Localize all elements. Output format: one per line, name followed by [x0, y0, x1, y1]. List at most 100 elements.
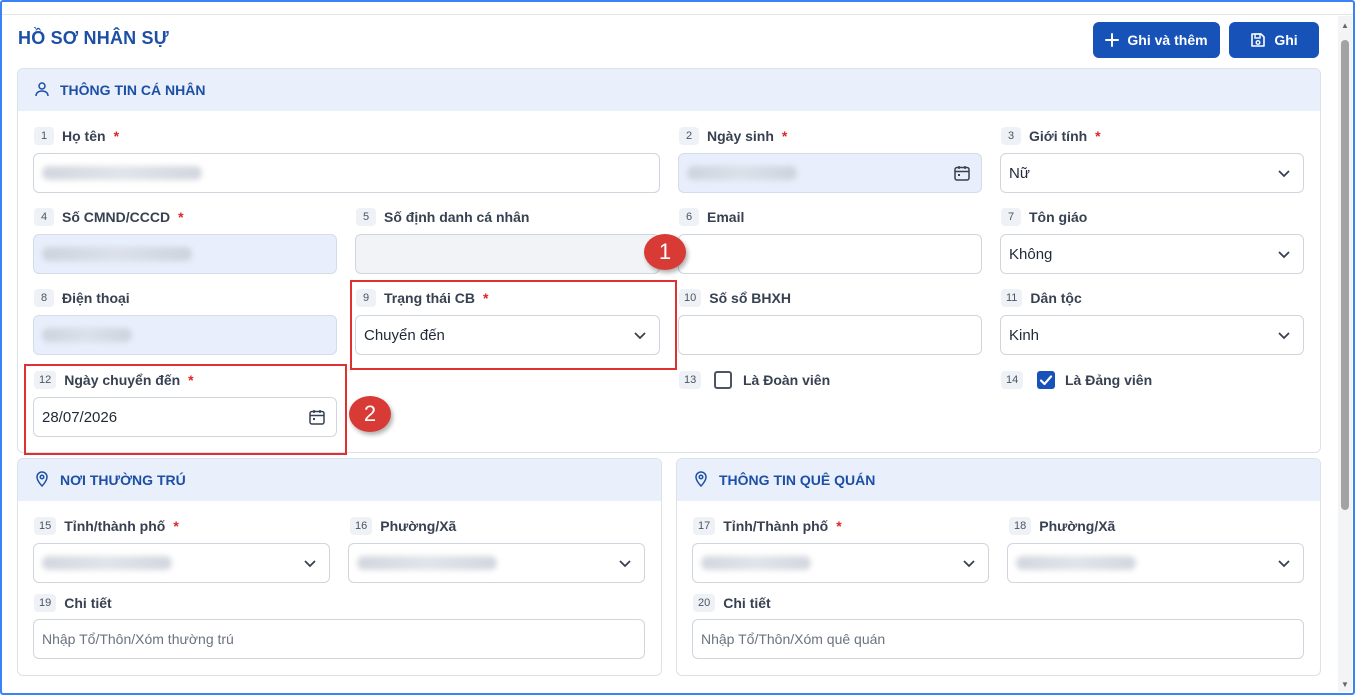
required-marker: * — [1095, 128, 1101, 144]
field-number: 2 — [679, 127, 699, 145]
highlight-box-staff-status — [350, 280, 677, 370]
location-pin-icon — [34, 470, 50, 490]
religion-label: 7 Tôn giáo — [1001, 208, 1087, 226]
field-number: 13 — [679, 371, 702, 389]
field-label-text: Số định danh cá nhân — [384, 209, 530, 225]
field-label-text: Tỉnh/thành phố — [64, 518, 166, 534]
field-label-text: Ngày sinh — [707, 128, 774, 144]
field-number: 11 — [1001, 289, 1023, 307]
scrollbar-thumb[interactable] — [1341, 40, 1349, 510]
page-title: HỒ SƠ NHÂN SỰ — [18, 28, 169, 48]
redacted-value — [42, 556, 172, 570]
top-divider — [2, 14, 1353, 15]
redacted-value — [42, 328, 132, 342]
gender-value: Nữ — [1009, 164, 1030, 182]
gender-label: 3 Giới tính * — [1001, 127, 1101, 145]
gender-select[interactable]: Nữ — [1000, 153, 1304, 193]
field-label-text: Chi tiết — [64, 595, 112, 611]
floppy-disk-icon — [1250, 32, 1266, 48]
email-label: 6 Email — [679, 208, 744, 226]
step-marker-2: 2 — [349, 396, 391, 432]
youth-union-label: Là Đoàn viên — [743, 372, 831, 388]
permanent-ward-select[interactable] — [348, 543, 645, 583]
redacted-value — [42, 166, 202, 180]
field-number: 16 — [350, 517, 373, 535]
field-number: 8 — [34, 289, 54, 307]
field-label-text: Dân tộc — [1030, 290, 1082, 306]
field-label-text: Giới tính — [1029, 128, 1088, 144]
save-label: Ghi — [1274, 32, 1298, 48]
hometown-province-label: 17 Tỉnh/Thành phố * — [693, 517, 842, 535]
required-marker: * — [178, 209, 184, 225]
save-and-add-label: Ghi và thêm — [1127, 32, 1208, 48]
birth-date-label: 2 Ngày sinh * — [679, 127, 787, 145]
calendar-icon[interactable] — [953, 164, 971, 182]
field-label-text: Số sổ BHXH — [709, 290, 791, 306]
required-marker: * — [173, 518, 179, 534]
personal-id-label: 5 Số định danh cá nhân — [356, 208, 529, 226]
chevron-down-icon — [1278, 251, 1290, 259]
permanent-ward-label: 16 Phường/Xã — [350, 517, 456, 535]
field-number: 15 — [34, 517, 57, 535]
redacted-value — [687, 166, 797, 180]
scroll-up-arrow-icon[interactable]: ▲ — [1341, 22, 1349, 30]
birth-date-input[interactable] — [678, 153, 982, 193]
hometown-province-select[interactable] — [692, 543, 989, 583]
ethnicity-value: Kinh — [1009, 326, 1040, 344]
personal-id-input[interactable] — [355, 234, 660, 274]
chevron-down-icon — [1278, 332, 1290, 340]
hometown-ward-label: 18 Phường/Xã — [1009, 517, 1115, 535]
field-number: 10 — [679, 289, 702, 307]
full-name-label: 1 Họ tên * — [34, 127, 119, 145]
chevron-down-icon — [1278, 170, 1290, 178]
field-label-text: Tỉnh/Thành phố — [723, 518, 829, 534]
youth-union-checkbox[interactable] — [714, 371, 732, 389]
ethnicity-select[interactable]: Kinh — [1000, 315, 1304, 355]
hometown-header: THÔNG TIN QUÊ QUÁN — [677, 459, 1320, 501]
permanent-residence-header: NƠI THƯỜNG TRÚ — [18, 459, 661, 501]
field-number: 7 — [1001, 208, 1021, 226]
id-number-label: 4 Số CMND/CCCD * — [34, 208, 184, 226]
field-number: 1 — [34, 127, 54, 145]
field-label-text: Số CMND/CCCD — [62, 209, 171, 225]
hometown-detail-input[interactable]: Nhập Tổ/Thôn/Xóm quê quán — [692, 619, 1304, 659]
field-number: 18 — [1009, 517, 1032, 535]
field-label-text: Phường/Xã — [380, 518, 457, 534]
phone-input[interactable] — [33, 315, 337, 355]
field-label-text: Tôn giáo — [1029, 209, 1088, 225]
permanent-detail-placeholder: Nhập Tổ/Thôn/Xóm thường trú — [42, 631, 234, 647]
permanent-province-select[interactable] — [33, 543, 330, 583]
step-marker-1: 1 — [644, 234, 686, 270]
hometown-ward-select[interactable] — [1007, 543, 1304, 583]
field-number: 3 — [1001, 127, 1021, 145]
plus-icon — [1105, 33, 1120, 47]
id-number-input[interactable] — [33, 234, 337, 274]
insurance-book-input[interactable] — [678, 315, 982, 355]
required-marker: * — [781, 128, 788, 144]
party-member-checkbox[interactable] — [1037, 371, 1055, 389]
full-name-input[interactable] — [33, 153, 660, 193]
field-number: 6 — [679, 208, 699, 226]
personal-info-header: THÔNG TIN CÁ NHÂN — [18, 69, 1320, 111]
party-member-label: Là Đảng viên — [1065, 372, 1153, 388]
redacted-value — [357, 556, 497, 570]
highlight-box-transfer-date — [24, 364, 347, 455]
save-and-add-button[interactable]: Ghi và thêm — [1093, 22, 1220, 58]
insurance-book-label: 10 Số sổ BHXH — [679, 289, 791, 307]
field-label-text: Họ tên — [62, 128, 106, 144]
email-input[interactable] — [678, 234, 982, 274]
chevron-down-icon — [1278, 560, 1290, 568]
required-marker: * — [113, 128, 120, 144]
hometown-detail-label: 20 Chi tiết — [693, 594, 771, 612]
hometown-title: THÔNG TIN QUÊ QUÁN — [719, 472, 876, 488]
chevron-down-icon — [963, 560, 975, 568]
scroll-down-arrow-icon[interactable]: ▼ — [1341, 681, 1349, 689]
permanent-detail-label: 19 Chi tiết — [34, 594, 112, 612]
religion-select[interactable]: Không — [1000, 234, 1304, 274]
field-number: 5 — [356, 208, 376, 226]
personal-info-title: THÔNG TIN CÁ NHÂN — [60, 82, 206, 98]
permanent-detail-input[interactable]: Nhập Tổ/Thôn/Xóm thường trú — [33, 619, 645, 659]
save-button[interactable]: Ghi — [1229, 22, 1319, 58]
hometown-detail-placeholder: Nhập Tổ/Thôn/Xóm quê quán — [701, 631, 886, 647]
ethnicity-label: 11 Dân tộc — [1001, 289, 1082, 307]
